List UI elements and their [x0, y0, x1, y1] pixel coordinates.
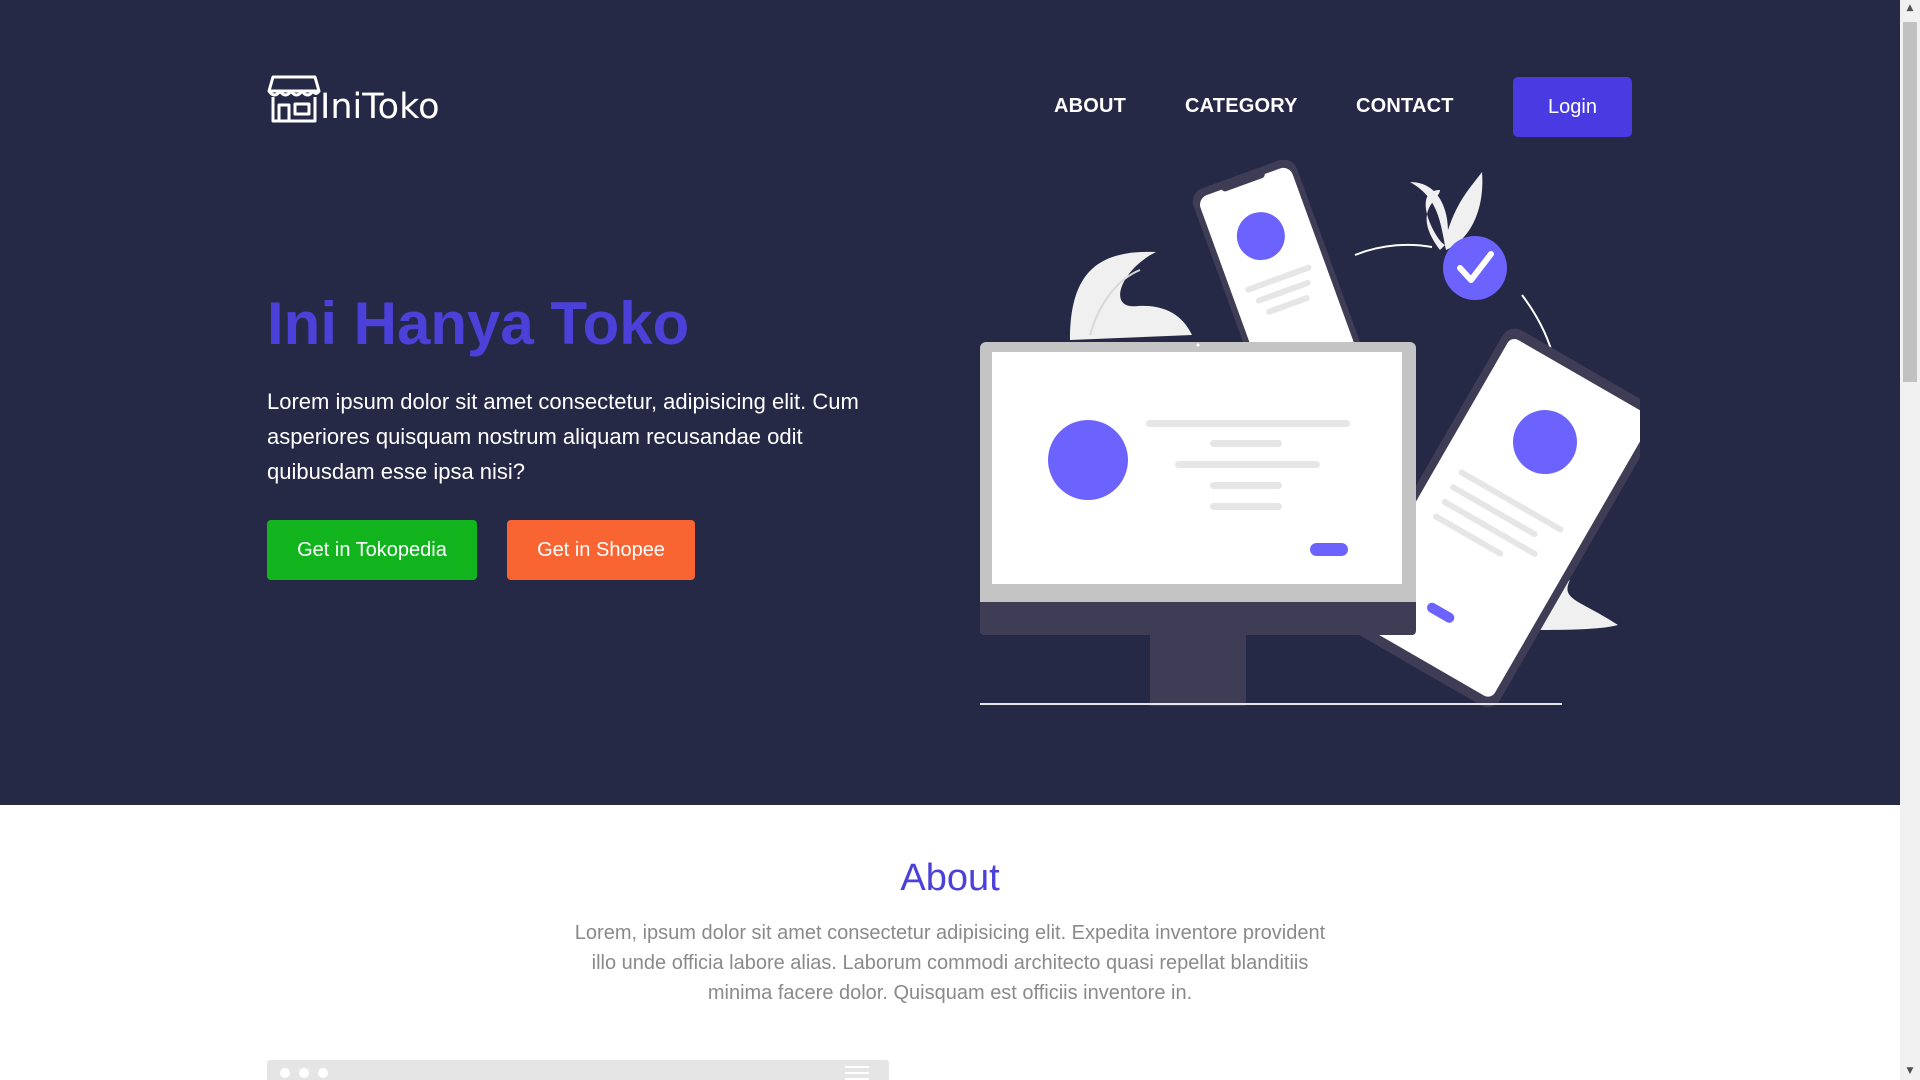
scroll-up-icon[interactable]: ▲ — [1900, 0, 1920, 17]
window-dot-icon — [318, 1068, 328, 1078]
hero-title: Ini Hanya Toko — [267, 290, 690, 357]
page: IniToko ABOUT CATEGORY CONTACT Login Ini… — [0, 0, 1900, 1080]
nav-category[interactable]: CATEGORY — [1185, 95, 1298, 118]
scroll-down-icon[interactable]: ▼ — [1900, 1063, 1920, 1080]
window-dot-icon — [299, 1068, 309, 1078]
nav-about[interactable]: ABOUT — [1054, 95, 1126, 118]
store-icon — [267, 75, 321, 123]
brand-logo[interactable]: IniToko — [267, 74, 440, 127]
about-title: About — [900, 857, 1000, 899]
brand-name: IniToko — [320, 87, 440, 127]
nav-contact[interactable]: CONTACT — [1356, 95, 1454, 118]
responsive-devices-illustration — [980, 160, 1640, 708]
browser-mockup — [267, 1060, 889, 1080]
vertical-scrollbar[interactable]: ▲ ▼ — [1900, 0, 1920, 1080]
tokopedia-button[interactable]: Get in Tokopedia — [267, 520, 477, 580]
hero-description: Lorem ipsum dolor sit amet consectetur, … — [267, 389, 859, 484]
scrollbar-thumb[interactable] — [1903, 22, 1917, 382]
leaf-left — [1070, 251, 1192, 340]
check-circle-icon — [1443, 236, 1507, 300]
hamburger-icon — [845, 1066, 869, 1080]
window-dot-icon — [280, 1068, 290, 1078]
login-button[interactable]: Login — [1513, 77, 1632, 137]
shopee-button[interactable]: Get in Shopee — [507, 520, 695, 580]
hero-section: IniToko ABOUT CATEGORY CONTACT Login Ini… — [0, 0, 1900, 805]
about-description: Lorem, ipsum dolor sit amet consectetur … — [574, 922, 1326, 1004]
connector-arc-top — [1354, 243, 1433, 256]
monitor-device — [980, 342, 1416, 706]
